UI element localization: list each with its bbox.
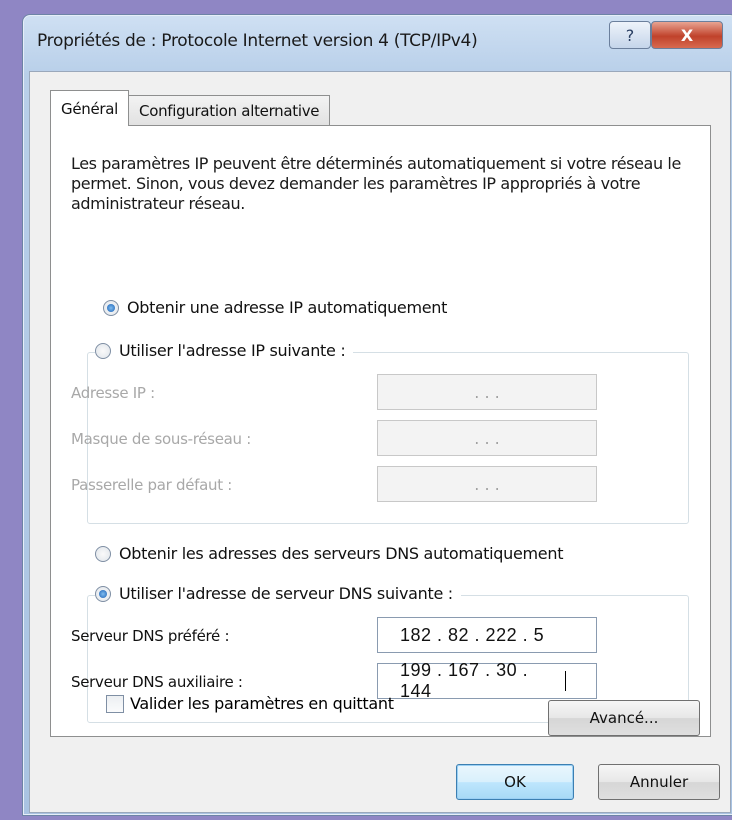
dns-auto-option[interactable]: Obtenir les adresses des serveurs DNS au… [95,544,572,563]
dns-manual-option[interactable]: Utiliser l'adresse de serveur DNS suivan… [95,584,461,603]
dialog-window: Propriétés de : Protocole Internet versi… [22,14,732,816]
tab-strip: Général Configuration alternative [50,90,331,126]
dns-manual-label: Utiliser l'adresse de serveur DNS suivan… [119,584,453,603]
ip-auto-label: Obtenir une adresse IP automatiquement [127,298,448,317]
cancel-button[interactable]: Annuler [598,764,720,800]
ip-manual-label: Utiliser l'adresse IP suivante : [119,341,346,360]
default-gateway-label: Passerelle par défaut : [71,476,233,494]
default-gateway-row: Passerelle par défaut : . . . [71,466,631,506]
preferred-dns-field[interactable]: 182 . 82 . 222 . 5 [377,617,597,653]
validate-settings-label: Valider les paramètres en quittant [130,694,394,713]
close-icon: X [680,25,694,45]
default-gateway-field[interactable]: . . . [377,466,597,502]
ip-address-field[interactable]: . . . [377,374,597,410]
alternate-dns-label: Serveur DNS auxiliaire : [71,673,243,691]
preferred-dns-value: 182 . 82 . 222 . 5 [400,624,545,645]
subnet-mask-label: Masque de sous-réseau : [71,430,251,448]
tab-alternate-config[interactable]: Configuration alternative [128,95,331,126]
title-bar[interactable]: Propriétés de : Protocole Internet versi… [23,15,732,71]
dns-manual-radio[interactable] [95,585,111,602]
dns-auto-radio[interactable] [95,545,111,562]
validate-settings-option[interactable]: Valider les paramètres en quittant [106,694,394,713]
tab-panel-general: Les paramètres IP peuvent être déterminé… [50,125,711,737]
intro-text: Les paramètres IP peuvent être déterminé… [71,154,681,213]
ip-auto-option[interactable]: Obtenir une adresse IP automatiquement [103,298,456,317]
ip-auto-radio[interactable] [103,299,119,316]
advanced-button[interactable]: Avancé... [548,700,700,736]
preferred-dns-row: Serveur DNS préféré : 182 . 82 . 222 . 5 [71,617,631,657]
validate-settings-checkbox[interactable] [106,694,124,713]
dns-auto-label: Obtenir les adresses des serveurs DNS au… [119,544,564,563]
help-icon: ? [625,25,635,45]
subnet-mask-field[interactable]: . . . [377,420,597,456]
window-title: Propriétés de : Protocole Internet versi… [37,31,478,51]
help-button[interactable]: ? [609,21,651,49]
text-caret [565,671,566,691]
alternate-dns-field[interactable]: 199 . 167 . 30 . 144 [377,660,597,701]
ok-button[interactable]: OK [456,764,574,800]
ip-address-row: Adresse IP : . . . [71,374,631,414]
subnet-mask-row: Masque de sous-réseau : . . . [71,420,631,460]
ip-manual-option[interactable]: Utiliser l'adresse IP suivante : [95,341,354,360]
close-button[interactable]: X [651,21,723,49]
tab-general[interactable]: Général [50,90,130,126]
ip-address-label: Adresse IP : [71,384,155,402]
alternate-dns-value: 199 . 167 . 30 . 144 [400,660,529,701]
dialog-body: Général Configuration alternative Les pa… [29,71,731,813]
preferred-dns-label: Serveur DNS préféré : [71,627,230,645]
ip-manual-radio[interactable] [95,342,111,359]
